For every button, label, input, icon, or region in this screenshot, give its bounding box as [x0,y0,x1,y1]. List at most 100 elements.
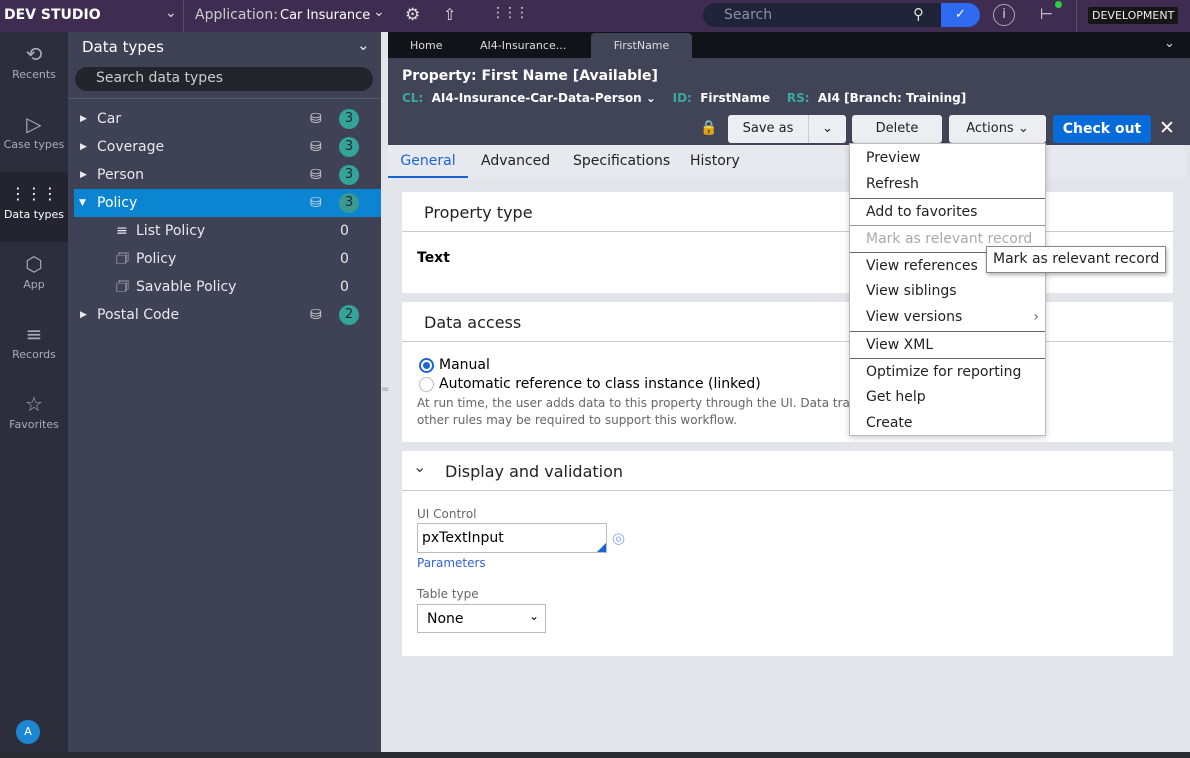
expand-caret-icon[interactable]: ▶ [80,301,87,329]
display-validation-section: Display and validation ⌄ UI Control pxTe… [402,451,1173,656]
tab-ai4-insurance[interactable]: AI4-Insurance... [480,39,566,52]
database-icon: ⛁ [310,139,322,155]
menu-item-view-versions[interactable]: View versions › [850,304,1045,330]
delete-button[interactable]: Delete [852,115,942,143]
application-name[interactable]: Car Insurance [280,8,370,23]
nav-recents[interactable]: ⟲ Recents [0,32,68,102]
document-tabs: Home AI4-Insurance... FirstName ⌄ [388,32,1190,58]
tree-item-policy[interactable]: ▼ Policy ⛁ 3 [74,189,381,217]
save-as-dropdown-chevron-icon[interactable]: ⌄ [809,115,846,143]
nav-records[interactable]: ≡ Records [0,312,68,382]
top-bar: DEV STUDIO ⌄ Application: Car Insurance … [0,0,1190,32]
menu-item-get-help[interactable]: Get help [850,384,1045,410]
menu-item-optimize-reporting[interactable]: Optimize for reporting [850,358,1045,384]
menu-item-create[interactable]: Create [850,410,1045,436]
nav-data-types[interactable]: ⋮⋮⋮ Data types [0,172,68,242]
case-types-icon: ▷ [26,112,42,136]
count: 0 [340,251,349,267]
menu-item-refresh[interactable]: Refresh [850,171,1045,197]
panel-collapse-chevron-icon[interactable]: ⌄ [357,36,370,54]
collapse-caret-icon[interactable]: ▼ [79,189,86,217]
manual-radio[interactable] [419,358,434,373]
tree-item-coverage[interactable]: ▶ Coverage ⛁ 3 [74,133,381,161]
list-icon: ≡ [116,223,128,239]
expand-caret-icon[interactable]: ▶ [80,161,87,189]
expand-caret-icon[interactable]: ▶ [80,133,87,161]
nav-favorites[interactable]: ☆ Favorites [0,382,68,452]
search-icon[interactable]: ⚲ [913,5,924,23]
rocket-icon[interactable]: ⇧ [443,5,456,24]
collapse-chevron-icon[interactable]: ⌄ [413,457,426,476]
class-chevron-icon: ⌄ [645,91,656,105]
check-out-button[interactable]: Check out [1053,115,1151,143]
tree-item-label: Postal Code [97,307,180,323]
save-as-button[interactable]: Save as [728,115,808,143]
grid-icon: ⋮⋮⋮ [10,184,58,203]
application-label: Application: [195,7,278,23]
expand-caret-icon[interactable]: ▶ [80,105,87,133]
rule-title: Property: First Name [Available] [402,68,658,84]
nav-app[interactable]: ⬡ App [0,242,68,312]
class-link[interactable]: AI4-Insurance-Car-Data-Person [432,91,642,105]
close-icon[interactable]: ✕ [1159,117,1175,139]
tree-item-label: Policy [136,251,177,267]
tab-general[interactable]: General [388,145,468,178]
tree-item-postal-code[interactable]: ▶ Postal Code ⛁ 2 [74,301,381,329]
save-as-button-group: Save as ⌄ [728,115,846,143]
menu-item-preview[interactable]: Preview [850,145,1045,171]
chevron-down-icon: ⌄ [1017,121,1029,136]
application-chevron-icon[interactable]: ⌄ [373,4,385,20]
actions-button[interactable]: Actions ⌄ [949,115,1046,143]
search-input[interactable]: Search [724,7,772,23]
menu-item-view-siblings[interactable]: View siblings [850,278,1045,304]
studio-switcher-chevron-icon[interactable]: ⌄ [165,5,177,21]
section-title: Data access [402,302,1173,342]
avatar[interactable]: A [16,720,40,744]
search-data-types-input[interactable]: Search data types [75,67,373,91]
count-badge: 3 [339,137,359,157]
nav-label: Records [12,348,56,361]
info-icon[interactable]: i [993,4,1015,26]
apps-grid-icon[interactable]: ⋮⋮⋮ [491,5,529,21]
star-icon: ☆ [25,392,43,416]
search-confirm-check-icon[interactable]: ✓ [941,3,980,27]
menu-item-add-to-favorites[interactable]: Add to favorites [850,198,1045,224]
tree-child-list-policy[interactable]: ≡ List Policy 0 [74,217,381,245]
table-type-select[interactable]: None ⌄ [417,604,546,633]
tab-specifications[interactable]: Specifications [573,153,670,169]
tree-item-car[interactable]: ▶ Car ⛁ 3 [74,105,381,133]
search-placeholder: Search data types [96,70,224,86]
tree-item-label: Savable Policy [136,279,237,295]
gear-icon[interactable]: ⚙ [405,5,420,25]
property-type-value: Text [417,250,450,266]
target-icon[interactable]: ◎ [612,529,625,547]
parameters-link[interactable]: Parameters [417,556,486,570]
actions-menu: Preview Refresh Add to favorites Mark as… [849,143,1046,436]
availability-status: [Available] [572,68,658,84]
page-icon: 🗇 [116,251,129,267]
tabs-overflow-chevron-icon[interactable]: ⌄ [1164,36,1175,51]
ui-control-label: UI Control [417,507,477,521]
ui-control-input[interactable]: pxTextInput [417,523,607,553]
automatic-reference-radio[interactable] [419,377,434,392]
lock-icon: 🔒 [700,120,718,136]
tab-advanced[interactable]: Advanced [481,153,550,169]
tab-history[interactable]: History [690,153,740,169]
tab-home[interactable]: Home [410,39,442,52]
layers-icon: ≡ [25,322,43,346]
tree-item-label: Policy [97,195,138,211]
tree-child-policy[interactable]: 🗇 Policy 0 [74,245,381,273]
tree-child-savable-policy[interactable]: 🗇 Savable Policy 0 [74,273,381,301]
data-access-section: Data access Manual Automatic reference t… [402,302,1173,442]
search-box[interactable]: Search ⚲ ✓ [703,3,980,27]
menu-item-view-xml[interactable]: View XML [850,331,1045,357]
agile-network-icon[interactable]: ⊢ [1040,5,1053,23]
panel-resize-handle[interactable]: = [381,32,389,758]
tree-item-person[interactable]: ▶ Person ⛁ 3 [74,161,381,189]
nav-case-types[interactable]: ▷ Case types [0,102,68,172]
ruleset: AI4 [Branch: Training] [817,91,967,105]
database-icon: ⛁ [310,167,322,183]
history-icon: ⟲ [25,42,43,66]
automatic-reference-label: Automatic reference to class instance (l… [439,376,761,392]
tab-firstname[interactable]: FirstName [591,33,692,58]
